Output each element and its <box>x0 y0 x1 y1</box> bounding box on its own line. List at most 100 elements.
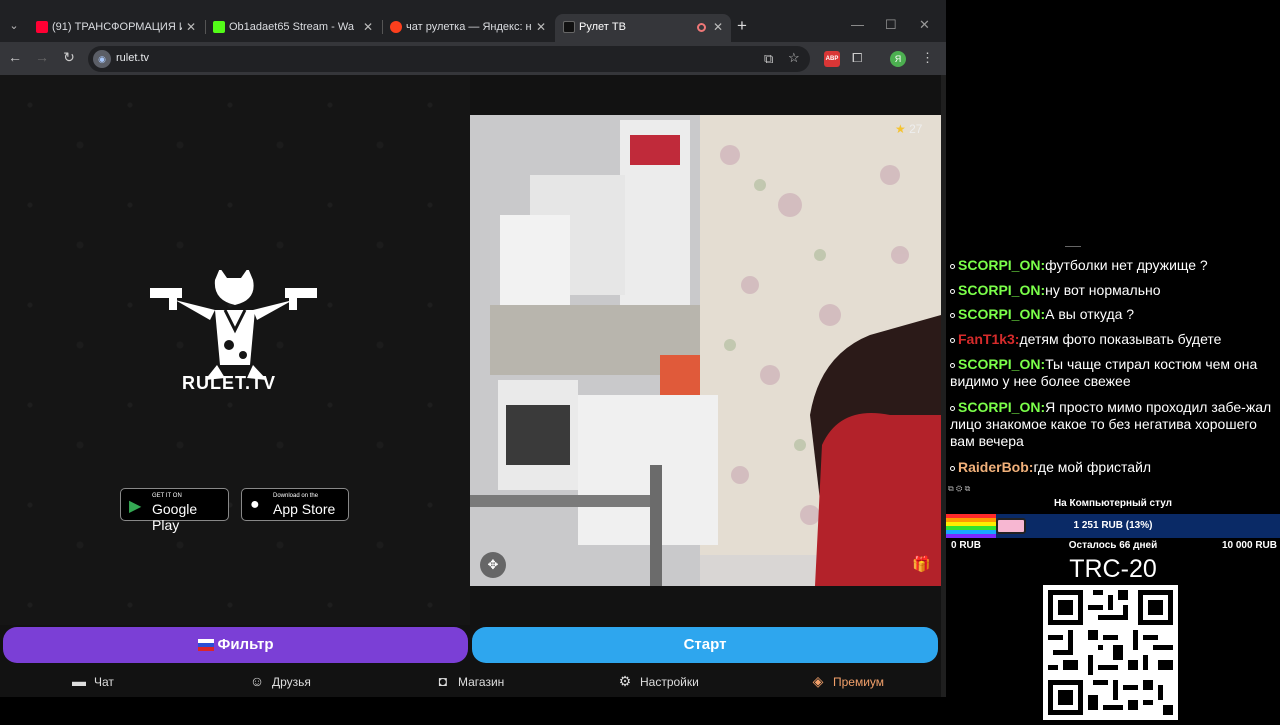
nav-premium[interactable]: ◈ Премиум <box>809 673 884 690</box>
gamepad-icon[interactable]: ✥ <box>480 552 506 578</box>
tag-icon: ◈ <box>812 673 824 689</box>
url-text[interactable]: rulet.tv <box>116 52 149 64</box>
google-play-small-label: GET IT ON <box>152 493 182 499</box>
nav-label: Магазин <box>458 675 505 689</box>
brand-title: RULET.TV <box>182 373 277 393</box>
bullet-icon <box>950 337 955 343</box>
rating-badge: ★ 27 <box>895 122 922 136</box>
nav-settings[interactable]: ⚙ Настройки <box>616 673 699 690</box>
maximize-icon[interactable]: ☐ <box>885 17 897 33</box>
chat-divider <box>1065 246 1081 247</box>
app-store-small-label: Download on the <box>273 493 319 499</box>
trc-label: TRC-20 <box>1069 555 1157 583</box>
tab-label: Ob1adaet65 Stream - Watch Li <box>229 21 354 33</box>
tab-kick[interactable]: Ob1adaet65 Stream - Watch Li ✕ <box>205 14 381 42</box>
gift-icon[interactable]: 🎁 <box>912 555 931 573</box>
bullet-icon <box>950 312 955 318</box>
reload-icon[interactable]: ↻ <box>60 49 78 66</box>
nav-friends[interactable]: ☺ Друзья <box>248 673 311 689</box>
chat-message: SCORPI_ON:Ты чаще стирал костюм чем она … <box>950 356 1276 390</box>
adblock-icon[interactable]: ABP <box>824 51 840 67</box>
tab-strip: ⌄ (91) ТРАНСФОРМАЦИЯ ИВАН ✕ Ob1adaet65 S… <box>0 0 946 42</box>
chat-text: где мой фристайл <box>1033 459 1152 475</box>
nav-label: Чат <box>94 675 114 689</box>
donation-amount: 1 251 RUB (13%) <box>1073 520 1153 531</box>
star-icon: ★ <box>895 122 906 136</box>
nav-label: Премиум <box>833 675 885 689</box>
start-button[interactable]: Старт <box>472 627 938 663</box>
nav-label: Друзья <box>272 675 311 689</box>
filter-label: Фильтр <box>217 636 274 653</box>
app-store-button[interactable]: ● Download on the App Store <box>241 488 349 521</box>
chat-message: FanT1k3:детям фото показывать будете <box>950 331 1276 348</box>
chat-user: RaiderBob: <box>958 459 1034 475</box>
bullet-icon <box>950 465 955 471</box>
gear-icon: ⚙ <box>618 673 632 689</box>
tab-yandex[interactable]: чат рулетка — Яндекс: нашлос ✕ <box>382 14 554 42</box>
app-store-label: App Store <box>273 501 336 517</box>
close-icon[interactable]: ✕ <box>713 14 723 40</box>
bookmark-star-icon[interactable]: ☆ <box>788 50 800 66</box>
address-bar[interactable]: ◉ rulet.tv ⧉ ☆ <box>88 46 810 72</box>
browser-window: ⌄ (91) ТРАНСФОРМАЦИЯ ИВАН ✕ Ob1adaet65 S… <box>0 0 946 697</box>
rulet-icon <box>563 21 575 33</box>
chat-user: SCORPI_ON: <box>958 399 1046 415</box>
friends-icon: ☺ <box>249 673 265 689</box>
rating-value: 27 <box>909 122 923 136</box>
chat-message: RaiderBob:где мой фристайл <box>950 459 1276 476</box>
overlay-tools-icon: ⧉ ⚙ ⧉ <box>948 484 971 493</box>
minimize-icon[interactable]: — <box>851 17 864 32</box>
chat-message: SCORPI_ON:футболки нет дружище ? <box>950 257 1276 274</box>
start-label: Старт <box>683 636 727 653</box>
chat-text: ну вот нормально <box>1045 282 1161 298</box>
install-app-icon[interactable]: ⧉ <box>764 51 773 67</box>
bullet-icon <box>950 362 955 368</box>
chat-message: SCORPI_ON:А вы откуда ? <box>950 306 1276 323</box>
qr-code <box>1043 585 1178 720</box>
yandex-icon <box>390 21 402 33</box>
chat-text: детям фото показывать будете <box>1019 331 1222 347</box>
nav-label: Настройки <box>640 675 699 689</box>
apple-icon: ● <box>250 496 260 513</box>
site-info-icon[interactable]: ◉ <box>93 50 111 68</box>
nav-shop[interactable]: ◘ Магазин <box>434 673 505 689</box>
close-icon[interactable]: ✕ <box>186 14 196 40</box>
profile-avatar[interactable]: Я <box>890 51 906 67</box>
tab-search-icon[interactable]: ⌄ <box>5 17 23 35</box>
tab-label: Рулет ТВ <box>579 21 626 33</box>
chat-user: SCORPI_ON: <box>958 356 1046 372</box>
recording-icon <box>697 23 706 32</box>
bottom-nav: ▬ Чат ☺ Друзья ◘ Магазин ⚙ Настройки ◈ Премиу… <box>0 667 941 697</box>
tab-rulet[interactable]: Рулет ТВ ✕ <box>555 14 731 42</box>
chat-message: SCORPI_ON:ну вот нормально <box>950 282 1276 299</box>
nav-chat[interactable]: ▬ Чат <box>70 673 114 689</box>
shop-icon: ◘ <box>438 673 448 689</box>
google-play-button[interactable]: ▶ GET IT ON Google Play <box>120 488 229 533</box>
menu-kebab-icon[interactable]: ⋮ <box>921 50 934 66</box>
window-close-icon[interactable]: ✕ <box>919 17 930 33</box>
chat-text: футболки нет дружище ? <box>1045 257 1208 273</box>
partner-video <box>470 115 941 586</box>
new-tab-button[interactable]: + <box>737 16 747 36</box>
forward-icon[interactable]: → <box>33 49 51 65</box>
page-viewport: RULET.TV ▶ GET IT ON Google Play ● Downl… <box>0 75 941 697</box>
donation-goal-title: На Компьютерный стул <box>1053 498 1173 509</box>
chat-text: А вы откуда ? <box>1045 306 1135 322</box>
tab-label: (91) ТРАНСФОРМАЦИЯ ИВАН <box>52 21 182 33</box>
chat-user: SCORPI_ON: <box>958 306 1046 322</box>
filter-button[interactable]: Фильтр <box>3 627 468 663</box>
close-icon[interactable]: ✕ <box>536 14 546 40</box>
chat-user: SCORPI_ON: <box>958 257 1046 273</box>
bullet-icon <box>950 263 955 269</box>
tab-youtube[interactable]: (91) ТРАНСФОРМАЦИЯ ИВАН ✕ <box>28 14 204 42</box>
google-play-icon: ▶ <box>129 498 142 515</box>
chat-icon: ▬ <box>72 673 86 689</box>
russia-flag-icon <box>197 639 214 652</box>
close-icon[interactable]: ✕ <box>363 14 373 40</box>
extensions-icon[interactable]: ⧠ <box>852 50 862 66</box>
google-play-label: Google Play <box>152 501 198 533</box>
back-icon[interactable]: ← <box>6 49 24 65</box>
chat-user: SCORPI_ON: <box>958 282 1046 298</box>
chat-message: SCORPI_ON:Я просто мимо проходил забе-жа… <box>950 399 1276 450</box>
chat-user: FanT1k3: <box>958 331 1020 347</box>
